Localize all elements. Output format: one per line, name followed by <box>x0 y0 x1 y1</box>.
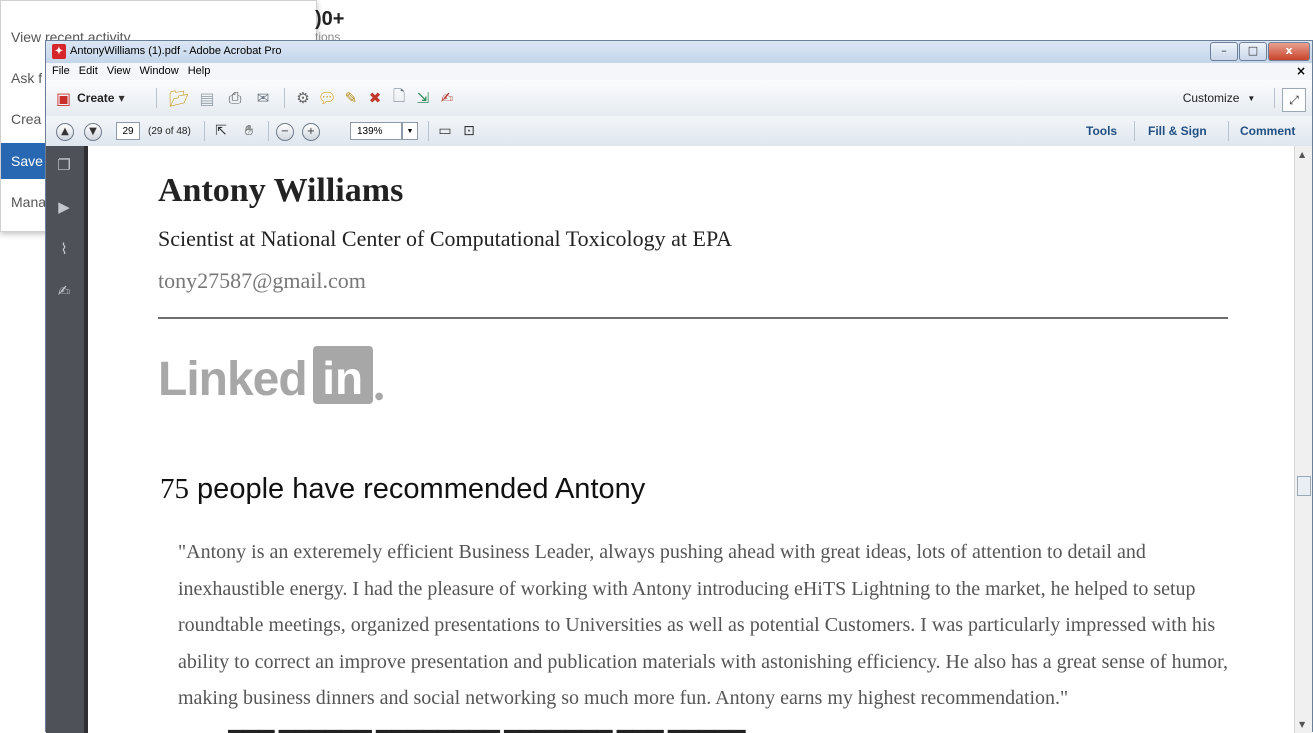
linkedin-logo-box: in <box>312 346 373 404</box>
vertical-scrollbar[interactable]: ▲ ▼ <box>1294 146 1312 733</box>
toolbar-separator <box>268 121 269 141</box>
profile-name: Antony Williams <box>158 172 404 209</box>
menu-bar: File Edit View Window Help × <box>46 63 1312 80</box>
acrobat-icon: ✦ <box>52 44 66 59</box>
print-icon[interactable]: ⎙ <box>224 88 246 108</box>
title-bar: ✦ AntonyWilliams (1).pdf - Adobe Acrobat… <box>46 41 1312 63</box>
settings-gear-icon[interactable]: ⚙ <box>292 88 314 108</box>
scroll-down-arrow-icon[interactable]: ▼ <box>1299 720 1305 729</box>
comment-pane-link[interactable]: Comment <box>1240 124 1295 138</box>
toolbar-separator <box>1274 88 1275 108</box>
hand-tool-icon[interactable]: ✋︎ <box>238 121 260 141</box>
tools-pane-link[interactable]: Tools <box>1086 124 1117 138</box>
toolbar-separator <box>284 88 285 108</box>
delete-page-icon[interactable]: ✖ <box>364 88 386 108</box>
menu-window[interactable]: Window <box>140 65 179 77</box>
page-number-input[interactable]: 29 <box>116 122 140 140</box>
highlight-icon[interactable]: ✎ <box>340 88 362 108</box>
zoom-dropdown-chevron-icon[interactable]: ▼ <box>402 122 418 140</box>
zoom-in-button[interactable]: + <box>302 122 320 142</box>
fill-sign-pane-link[interactable]: Fill & Sign <box>1148 124 1207 138</box>
toolbar-separator <box>1228 121 1229 141</box>
menu-help[interactable]: Help <box>188 65 211 77</box>
create-label: Create <box>77 91 115 105</box>
toolbar-separator <box>428 121 429 141</box>
recommendations-text: people have recommended Antony <box>189 473 646 505</box>
expand-icon[interactable]: ⤢ <box>1282 88 1306 112</box>
close-button[interactable]: x <box>1268 42 1310 61</box>
arrow-up-icon: ▲ <box>56 123 74 141</box>
close-document-icon[interactable]: × <box>1296 64 1306 78</box>
document-page: Antony Williams Scientist at National Ce… <box>88 146 1296 733</box>
recommendations-count: 75 <box>160 473 189 505</box>
sign-icon[interactable]: ✍ <box>436 88 458 108</box>
chevron-down-icon: ▼ <box>118 93 125 103</box>
maximize-button[interactable]: □ <box>1239 42 1267 61</box>
recommendation-quote: "Antony is an exteremely efficient Busin… <box>178 541 1228 709</box>
window-title: AntonyWilliams (1).pdf - Adobe Acrobat P… <box>70 45 282 57</box>
zoom-level-input[interactable]: 139% <box>350 122 402 140</box>
export-icon[interactable]: ⇲ <box>412 88 434 108</box>
attachment-paperclip-icon[interactable]: ⌇ <box>55 240 73 258</box>
fit-page-icon[interactable]: ▭ <box>434 121 456 141</box>
customize-dropdown[interactable]: Customize ▼ <box>1174 88 1264 108</box>
profile-headline: Scientist at National Center of Computat… <box>158 226 733 251</box>
arrow-down-icon: ▼ <box>84 123 102 141</box>
save-icon[interactable]: ▤ <box>196 88 218 108</box>
create-button[interactable]: ▣ Create ▼ <box>56 88 136 108</box>
previous-page-button[interactable]: ▲ <box>56 122 74 142</box>
profile-email: tony27587@gmail.com <box>158 268 366 293</box>
signature-icon[interactable]: ✍ <box>55 282 73 300</box>
recommendations-heading: 75 people have recommended Antony <box>160 473 645 506</box>
customize-label: Customize <box>1182 91 1240 105</box>
select-tool-icon[interactable]: ⇱ <box>210 121 232 141</box>
plus-icon: + <box>302 123 320 141</box>
toolbar-separator <box>204 121 205 141</box>
page-count: (29 of 48) <box>148 126 191 137</box>
minimize-button[interactable]: – <box>1210 42 1238 61</box>
minus-icon: − <box>276 123 294 141</box>
toolbar-separator <box>156 88 157 108</box>
email-icon[interactable]: ✉ <box>252 88 274 108</box>
linkedin-logo-word: Linked <box>158 353 308 406</box>
create-pdf-icon: ▣ <box>56 88 72 108</box>
acrobat-window: ✦ AntonyWilliams (1).pdf - Adobe Acrobat… <box>45 40 1313 733</box>
navigation-pane: ❐ ▶ ⌇ ✍ <box>46 146 84 733</box>
chevron-down-icon: ▼ <box>1247 93 1256 103</box>
linkedin-logo: Linked in ● <box>158 344 383 404</box>
toolbar-separator <box>1134 121 1135 141</box>
zoom-out-button[interactable]: − <box>276 122 294 142</box>
background-stat: )0+ <box>315 8 345 30</box>
next-page-button[interactable]: ▼ <box>84 122 102 142</box>
comment-bubble-icon[interactable]: 💬︎ <box>316 88 338 108</box>
bookmark-icon[interactable]: ▶ <box>55 198 73 216</box>
page-search-icon[interactable]: 🗋︎ <box>388 87 410 108</box>
navigation-toolbar: ▲ ▼ 29 (29 of 48) ⇱ ✋︎ − + 139% ▼ ▭ ⊡ To… <box>46 116 1312 147</box>
scrollbar-thumb[interactable] <box>1297 476 1311 496</box>
menu-file[interactable]: File <box>52 65 70 77</box>
main-toolbar: ▣ Create ▼ 📂︎ ▤ ⎙ ✉ ⚙ 💬︎ ✎ ✖ 🗋︎ ⇲ ✍ Cust… <box>46 80 1312 117</box>
menu-edit[interactable]: Edit <box>79 65 98 77</box>
scroll-up-arrow-icon[interactable]: ▲ <box>1299 150 1305 159</box>
registered-mark-icon: ● <box>374 391 384 402</box>
open-folder-icon[interactable]: 📂︎ <box>168 88 190 108</box>
divider <box>158 317 1228 319</box>
fit-width-icon[interactable]: ⊡ <box>458 121 480 141</box>
page-thumbnails-icon[interactable]: ❐ <box>55 156 73 174</box>
menu-view[interactable]: View <box>107 65 131 77</box>
